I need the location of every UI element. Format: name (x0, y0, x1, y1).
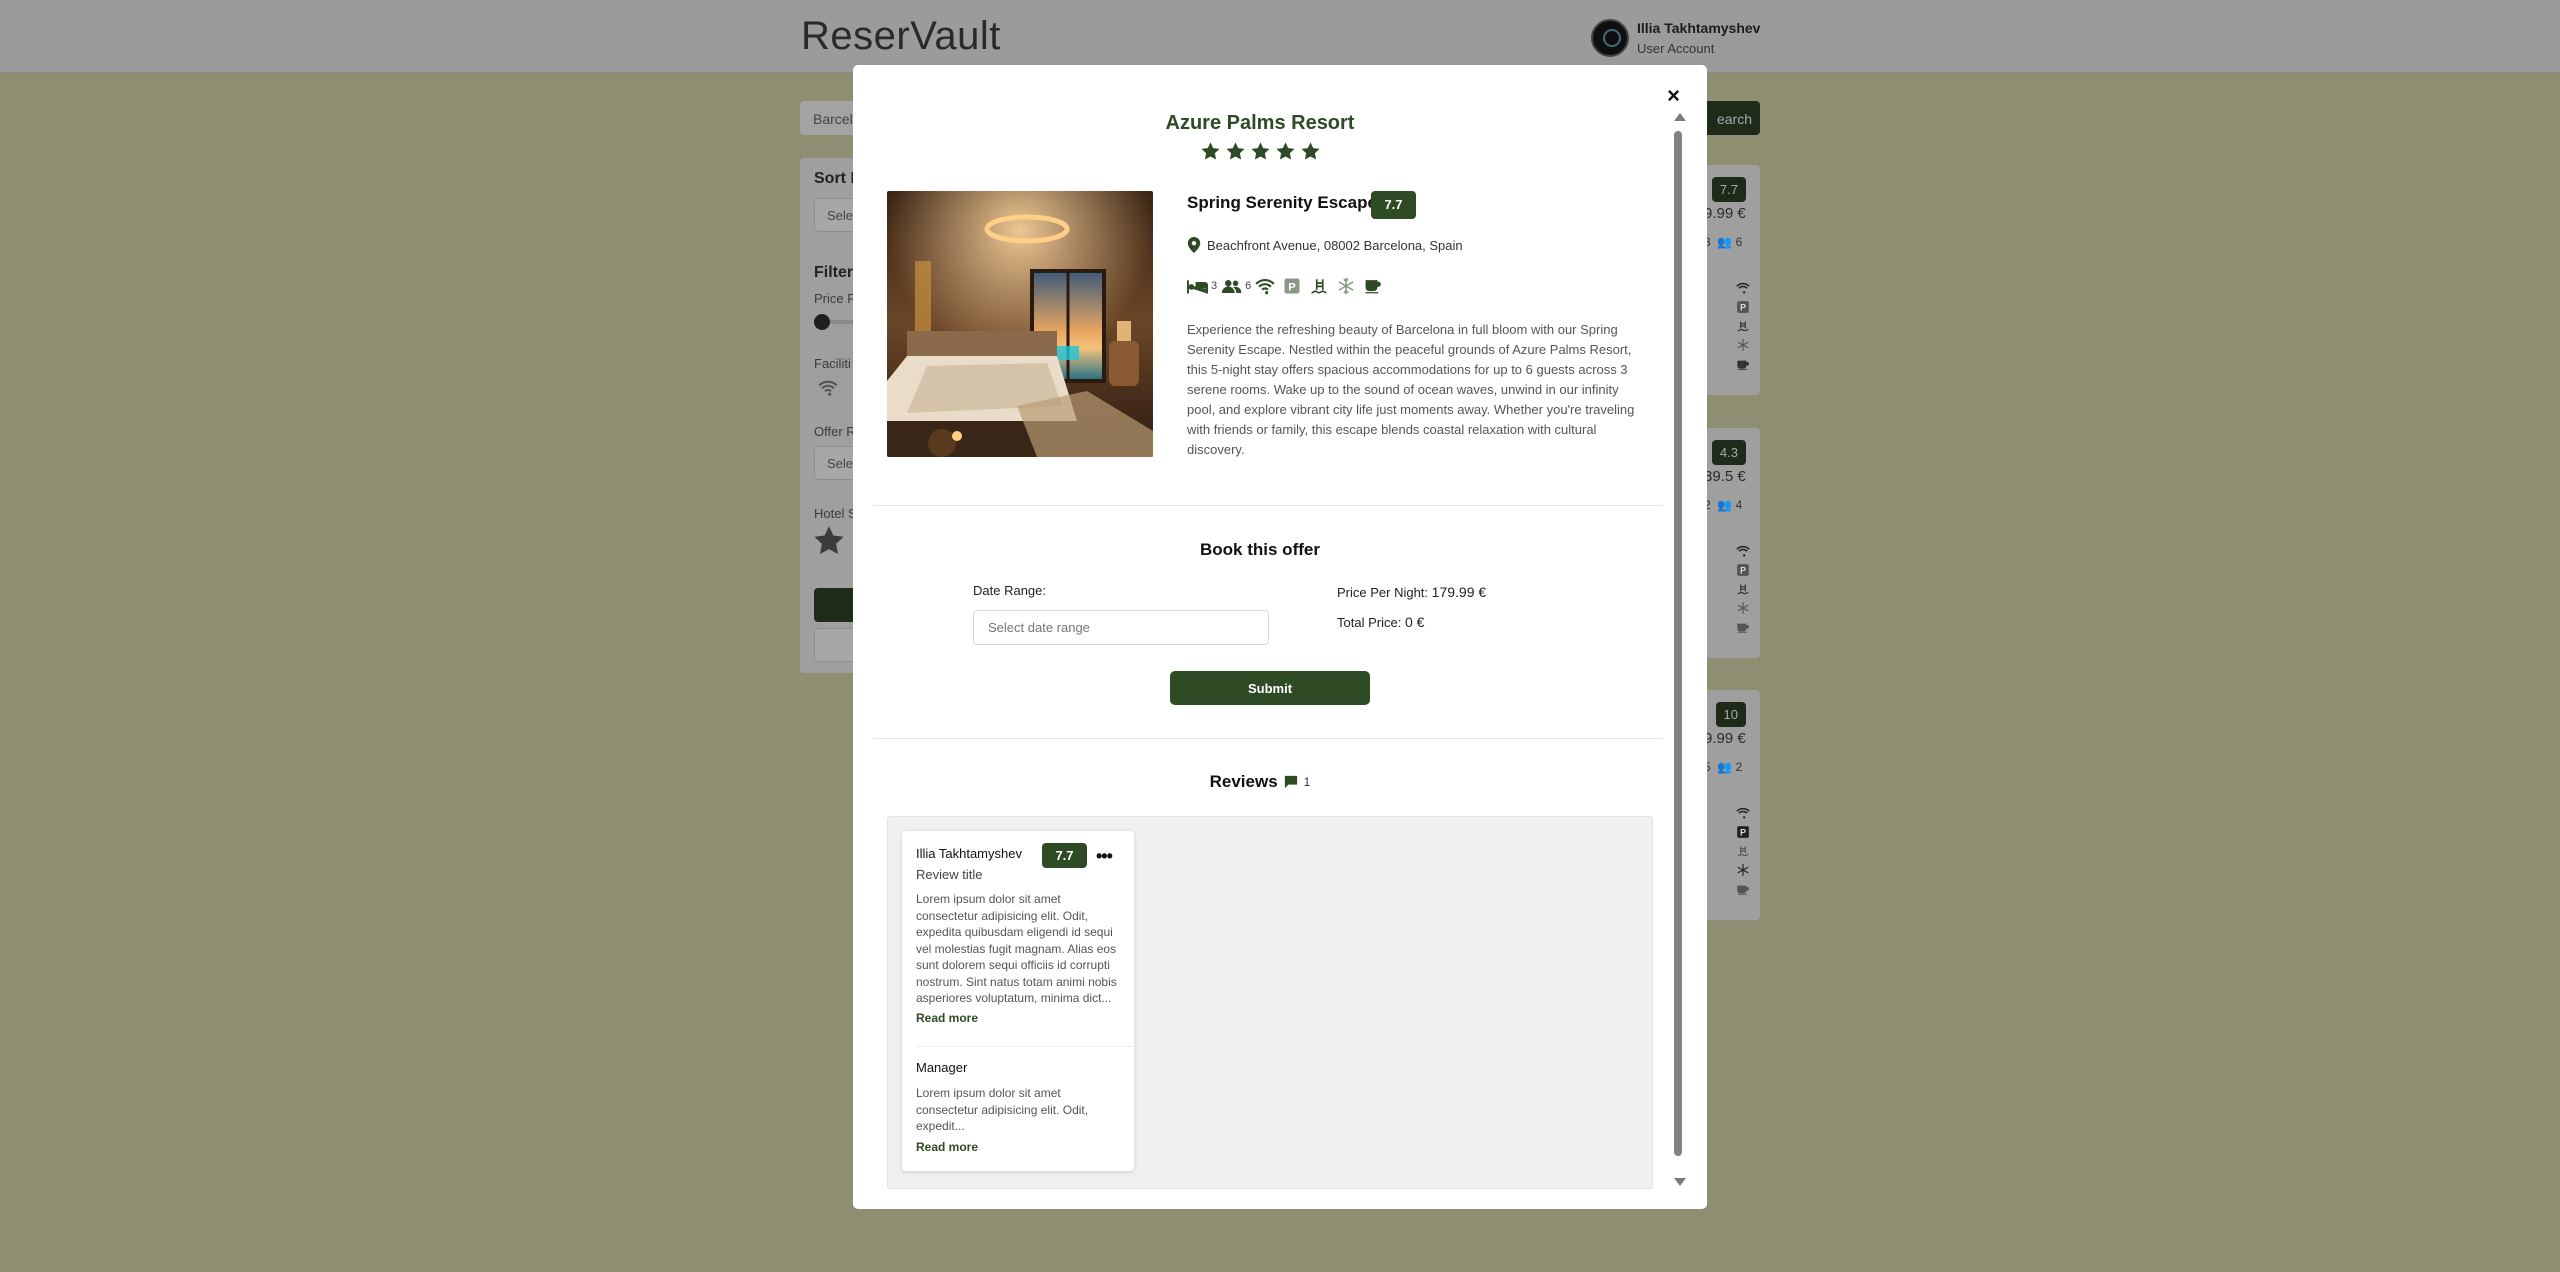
offer-modal: × Azure Palms Resort Spring Serenity Esc… (853, 65, 1707, 1209)
offer-amenities: 3 6 P (1187, 277, 1386, 295)
manager-reply: Manager Lorem ipsum dolor sit amet conse… (916, 1046, 1134, 1161)
offer-rating-badge: 7.7 (1371, 191, 1416, 219)
coffee-icon (1365, 280, 1382, 294)
comment-icon (1284, 775, 1297, 789)
address-text: Beachfront Avenue, 08002 Barcelona, Spai… (1207, 237, 1463, 253)
guests-icon (1221, 279, 1242, 293)
bed-icon (1187, 279, 1208, 293)
offer-description: Experience the refreshing beauty of Barc… (1187, 322, 1635, 457)
location-pin-icon (1187, 237, 1201, 253)
scroll-thumb[interactable] (1674, 131, 1682, 1156)
wifi-icon (1255, 279, 1275, 295)
reviews-title: Reviews 1 (1209, 772, 1311, 791)
rooms-count: 3 (1187, 278, 1217, 295)
star-icon (1275, 142, 1295, 160)
price-per-night: Price Per Night: 179.99 € (1337, 584, 1487, 600)
star-icon (1250, 142, 1270, 160)
star-icon (1300, 142, 1320, 160)
review-body: Lorem ipsum dolor sit amet consectetur a… (916, 892, 1117, 1005)
hotel-stars (853, 141, 1667, 167)
date-range-input[interactable] (973, 610, 1269, 645)
review-read-more-link[interactable]: Read more (916, 1011, 978, 1025)
price-per-night-value: 179.99 € (1431, 584, 1487, 600)
scroll-up-arrow-icon[interactable] (1674, 113, 1686, 121)
total-price: Total Price: 0 € (1337, 614, 1425, 630)
offer-image (887, 191, 1153, 457)
total-price-value: 0 € (1404, 614, 1425, 630)
manager-reply-body: Lorem ipsum dolor sit amet consectetur a… (916, 1086, 1089, 1133)
more-options-icon[interactable]: ••• (1096, 847, 1113, 865)
reviews-list[interactable]: Illia Takhtamyshev 7.7 ••• Review title … (887, 816, 1653, 1189)
close-button[interactable]: × (1667, 85, 1680, 107)
star-icon (1200, 142, 1220, 160)
section-divider (873, 505, 1663, 506)
snowflake-icon (1338, 277, 1354, 295)
review-title: Review title (916, 867, 983, 882)
submit-button[interactable]: Submit (1170, 671, 1370, 705)
modal-scrollbar[interactable] (1672, 113, 1686, 1190)
hotel-name: Azure Palms Resort (1165, 112, 1355, 134)
review-rating-badge: 7.7 (1042, 843, 1087, 868)
svg-text:P: P (1288, 282, 1296, 294)
reviews-count: 1 (1303, 775, 1311, 789)
pool-icon (1311, 279, 1327, 294)
review-author: Illia Takhtamyshev (916, 846, 1022, 861)
scroll-down-arrow-icon[interactable] (1674, 1178, 1686, 1186)
parking-icon: P (1284, 278, 1300, 294)
offer-address: Beachfront Avenue, 08002 Barcelona, Spai… (1187, 237, 1463, 253)
guests-count: 6 (1221, 278, 1251, 295)
offer-title: Spring Serenity Escape (1187, 193, 1377, 212)
review-card: Illia Takhtamyshev 7.7 ••• Review title … (902, 831, 1134, 1171)
reply-read-more-link[interactable]: Read more (916, 1140, 978, 1154)
manager-reply-title: Manager (916, 1060, 968, 1075)
booking-title: Book this offer (1200, 540, 1320, 559)
date-range-label: Date Range: (973, 583, 1046, 598)
star-icon (1225, 142, 1245, 160)
section-divider (873, 738, 1663, 739)
